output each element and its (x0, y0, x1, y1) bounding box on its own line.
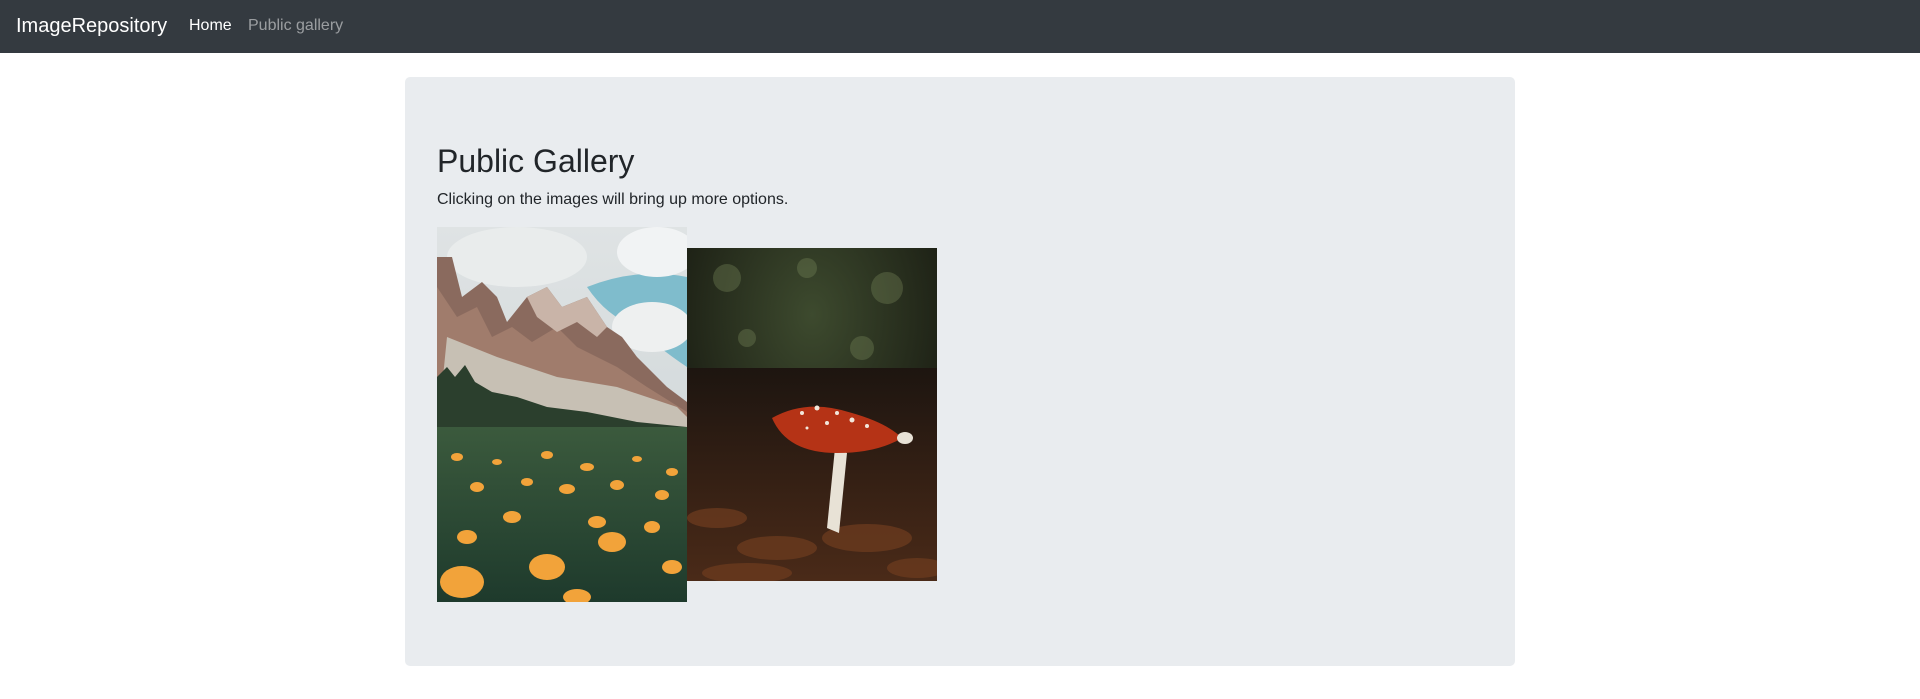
top-navbar: ImageRepository Home Public gallery (0, 0, 1920, 53)
gallery-jumbotron: Public Gallery Clicking on the images wi… (405, 77, 1515, 666)
gallery-instructions: Clicking on the images will bring up mor… (437, 191, 789, 208)
gallery-image-mountain-meadow[interactable] (437, 227, 687, 602)
gallery-image-mushroom[interactable] (687, 248, 937, 581)
navbar-brand[interactable]: ImageRepository (16, 13, 167, 39)
mushroom-image (687, 248, 937, 581)
nav-link-home[interactable]: Home (189, 16, 232, 36)
page-title: Public Gallery (437, 143, 635, 179)
mountain-meadow-image (437, 227, 687, 602)
nav-link-public-gallery[interactable]: Public gallery (248, 16, 343, 36)
